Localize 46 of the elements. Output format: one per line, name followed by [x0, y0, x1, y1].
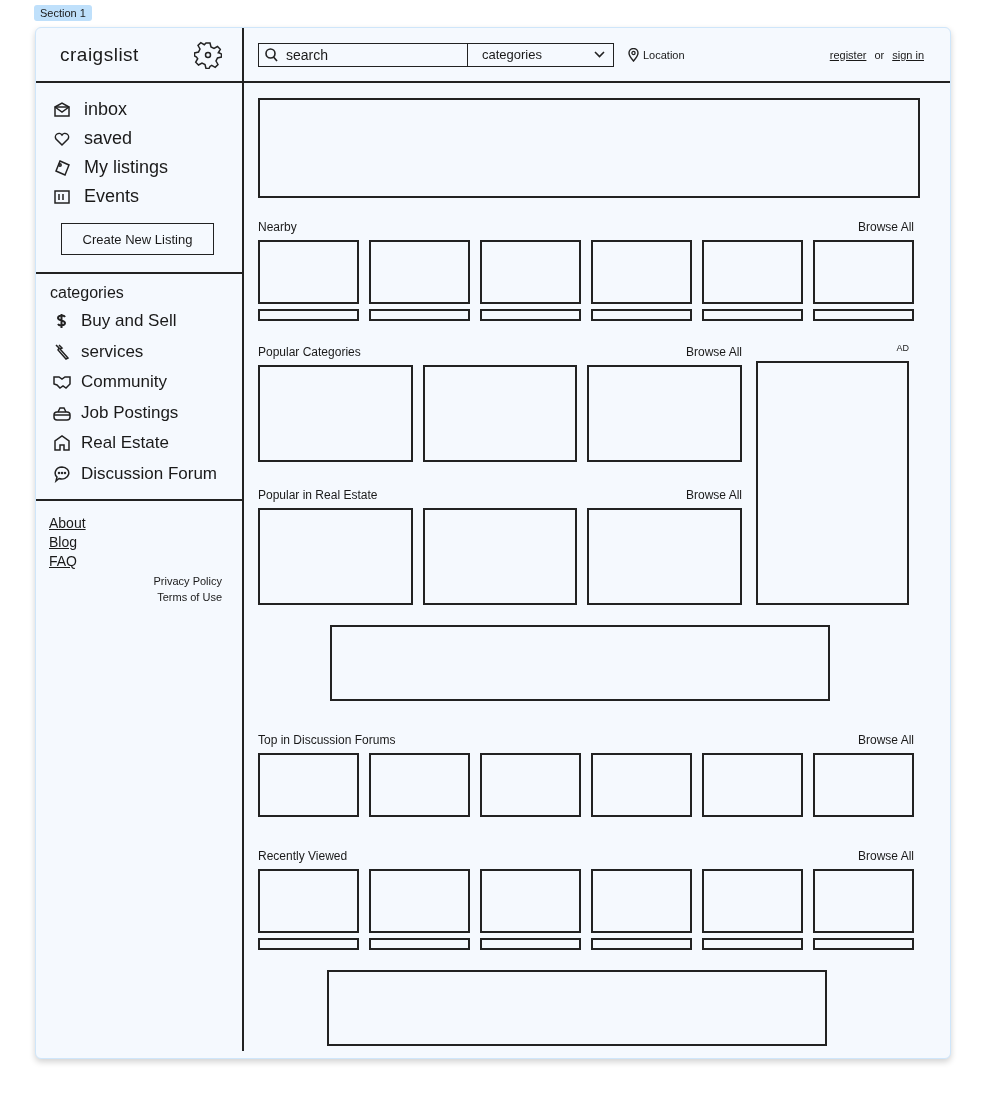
tag-icon — [54, 159, 70, 176]
house-icon — [53, 434, 71, 453]
register-link[interactable]: register — [829, 48, 867, 61]
nav-item[interactable]: inbox — [84, 99, 128, 120]
logo[interactable]: craigslist — [60, 43, 139, 66]
section-title: Top in Discussion Forums — [258, 733, 396, 747]
legal-link[interactable]: Terms of Use — [157, 589, 222, 605]
chat-bubble-icon — [53, 464, 71, 483]
browse-all-link[interactable]: Browse All — [857, 733, 914, 747]
caret-icon — [594, 51, 605, 58]
section-title: Nearby — [258, 220, 297, 234]
section-title: Popular in Real Estate — [258, 488, 378, 502]
calendar-icon — [54, 188, 70, 205]
nav-item[interactable]: saved — [84, 128, 133, 149]
category-link[interactable]: Job Postings — [81, 402, 179, 423]
section-label: Section 1 — [34, 5, 92, 21]
search-field[interactable]: search — [258, 42, 468, 67]
categories-heading: categories — [49, 283, 125, 303]
browse-all-link[interactable]: Browse All — [685, 345, 742, 359]
category-link[interactable]: Buy and Sell — [81, 311, 177, 332]
settings-icon[interactable] — [194, 40, 222, 69]
browse-all-link[interactable]: Browse All — [685, 488, 742, 502]
legal-link[interactable]: Privacy Policy — [153, 573, 222, 589]
category-link[interactable]: Discussion Forum — [81, 463, 218, 484]
ad-label: AD — [896, 343, 909, 355]
section-title: Recently Viewed — [258, 849, 348, 863]
nav-item[interactable]: My listings — [84, 157, 168, 178]
category-link[interactable]: Real Estate — [81, 433, 169, 454]
nav-item[interactable]: Events — [84, 186, 140, 207]
sign-in-link[interactable]: sign in — [892, 48, 924, 61]
browse-all-link[interactable]: Browse All — [857, 849, 914, 863]
heart-icon — [54, 130, 70, 147]
category-link[interactable]: services — [81, 341, 144, 362]
category-dropdown[interactable]: categories — [468, 42, 614, 67]
browse-all-link[interactable]: Browse All — [857, 220, 914, 234]
footer-link[interactable]: About — [49, 515, 86, 531]
location-pin-icon — [628, 47, 639, 62]
location-link[interactable]: Location — [643, 48, 685, 61]
envelope-icon — [54, 101, 70, 118]
or-text: or — [874, 48, 885, 61]
section-title: Popular Categories — [258, 345, 361, 359]
category-link[interactable]: Community — [81, 372, 167, 393]
footer-link[interactable]: Blog — [49, 534, 78, 550]
search-icon — [265, 47, 278, 62]
footer-link[interactable]: FAQ — [49, 553, 77, 569]
create-listing-button[interactable]: Create New Listing — [61, 223, 214, 255]
